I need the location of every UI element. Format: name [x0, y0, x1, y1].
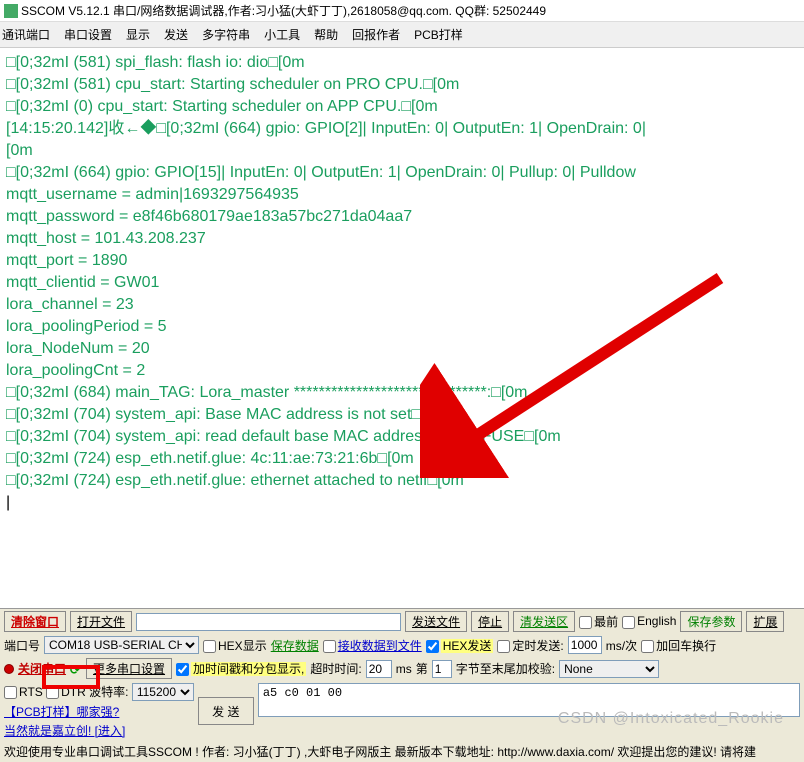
port-select[interactable]: COM18 USB-SERIAL CH340: [44, 636, 199, 654]
bytes-suffix-label: 字节至末尾加校验:: [456, 660, 555, 677]
menu-bar: 通讯端口 串口设置 显示 发送 多字符串 小工具 帮助 回报作者 PCB打样: [0, 22, 804, 48]
title-bar: SSCOM V5.12.1 串口/网络数据调试器,作者:习小猛(大虾丁丁),26…: [0, 0, 804, 22]
bottom-panel: 清除窗口 打开文件 发送文件 停止 清发送区 最前 English 保存参数 扩…: [0, 608, 804, 762]
expand-button[interactable]: 扩展: [746, 611, 784, 632]
log-line: □[0;32mI (724) esp_eth.netif.glue: 4c:11…: [6, 448, 798, 470]
menu-port-settings[interactable]: 串口设置: [64, 26, 112, 43]
port-label: 端口号: [4, 637, 40, 654]
dtr-checkbox[interactable]: DTR: [46, 685, 86, 699]
log-line: mqtt_port = 1890: [6, 250, 798, 272]
bytes-from-input[interactable]: [432, 660, 452, 678]
ms-unit-label: ms/次: [606, 637, 637, 654]
log-line: mqtt_host = 101.43.208.237: [6, 228, 798, 250]
app-icon: [4, 4, 18, 18]
clear-send-button[interactable]: 清发送区: [513, 611, 575, 632]
checksum-select[interactable]: None: [559, 660, 659, 678]
cursor-line: |: [6, 492, 798, 514]
file-path-input[interactable]: [136, 613, 401, 631]
menu-tools[interactable]: 小工具: [264, 26, 300, 43]
log-line: lora_poolingCnt = 2: [6, 360, 798, 382]
hex-send-checkbox[interactable]: HEX发送: [426, 637, 494, 654]
baud-label: 波特率:: [89, 685, 128, 699]
menu-comm-port[interactable]: 通讯端口: [2, 26, 50, 43]
timestamp-checkbox[interactable]: 加时间戳和分包显示,: [176, 660, 306, 677]
menu-multistring[interactable]: 多字符串: [202, 26, 250, 43]
timeout-label: 超时时间:: [310, 660, 361, 677]
open-file-button[interactable]: 打开文件: [70, 611, 132, 632]
menu-send[interactable]: 发送: [164, 26, 188, 43]
english-checkbox[interactable]: English: [622, 614, 676, 628]
log-line: mqtt_password = e8f46b680179ae183a57bc27…: [6, 206, 798, 228]
more-settings-button[interactable]: 更多串口设置: [86, 658, 172, 679]
menu-help[interactable]: 帮助: [314, 26, 338, 43]
save-params-button[interactable]: 保存参数: [680, 611, 742, 632]
send-file-button[interactable]: 发送文件: [405, 611, 467, 632]
rts-checkbox[interactable]: RTS: [4, 685, 43, 699]
window-title: SSCOM V5.12.1 串口/网络数据调试器,作者:习小猛(大虾丁丁),26…: [21, 2, 546, 19]
menu-display[interactable]: 显示: [126, 26, 150, 43]
timeout-input[interactable]: [366, 660, 392, 678]
log-line: lora_NodeNum = 20: [6, 338, 798, 360]
recv-to-file-checkbox[interactable]: 接收数据到文件: [323, 637, 422, 654]
log-line: [0m: [6, 140, 798, 162]
menu-feedback[interactable]: 回报作者: [352, 26, 400, 43]
save-data-link[interactable]: 保存数据: [271, 637, 319, 654]
log-line: □[0;32mI (581) spi_flash: flash io: dio□…: [6, 52, 798, 74]
hex-display-checkbox[interactable]: HEX显示: [203, 637, 267, 654]
log-line: mqtt_username = admin|1693297564935: [6, 184, 798, 206]
bytes-from-label: 第: [416, 660, 428, 677]
log-line: □[0;32mI (704) system_api: Base MAC addr…: [6, 404, 798, 426]
log-line: □[0;32mI (581) cpu_start: Starting sched…: [6, 74, 798, 96]
log-line: □[0;32mI (684) main_TAG: Lora_master ***…: [6, 382, 798, 404]
log-area[interactable]: □[0;32mI (581) spi_flash: flash io: dio□…: [0, 48, 804, 608]
log-line: [14:15:20.142]收←◆□[0;32mI (664) gpio: GP…: [6, 118, 798, 140]
timed-interval-input[interactable]: [568, 636, 602, 654]
log-line: □[0;32mI (704) system_api: read default …: [6, 426, 798, 448]
log-line: □[0;32mI (724) esp_eth.netif.glue: ether…: [6, 470, 798, 492]
topmost-checkbox[interactable]: 最前: [579, 613, 618, 630]
log-line: □[0;32mI (664) gpio: GPIO[15]| InputEn: …: [6, 162, 798, 184]
jlc-link[interactable]: 当然就是嘉立创! [进入]: [4, 722, 194, 739]
baud-select[interactable]: 115200: [132, 683, 194, 701]
timed-send-checkbox[interactable]: 定时发送:: [497, 637, 563, 654]
close-port-button[interactable]: 关闭串口: [18, 660, 66, 677]
log-line: lora_poolingPeriod = 5: [6, 316, 798, 338]
log-line: □[0;32mI (0) cpu_start: Starting schedul…: [6, 96, 798, 118]
clear-window-button[interactable]: 清除窗口: [4, 611, 66, 632]
log-line: lora_channel = 23: [6, 294, 798, 316]
ms-label: ms: [396, 662, 412, 676]
add-crlf-checkbox[interactable]: 加回车换行: [641, 637, 716, 654]
menu-pcb[interactable]: PCB打样: [414, 26, 463, 43]
pcb-link[interactable]: 【PCB打样】哪家强?: [4, 703, 194, 720]
reload-icon[interactable]: ⟳: [70, 663, 82, 675]
stop-button[interactable]: 停止: [471, 611, 509, 632]
log-line: mqtt_clientid = GW01: [6, 272, 798, 294]
record-icon: [4, 664, 14, 674]
send-data-input[interactable]: a5 c0 01 00: [258, 683, 800, 717]
send-button[interactable]: 发 送: [198, 697, 254, 725]
